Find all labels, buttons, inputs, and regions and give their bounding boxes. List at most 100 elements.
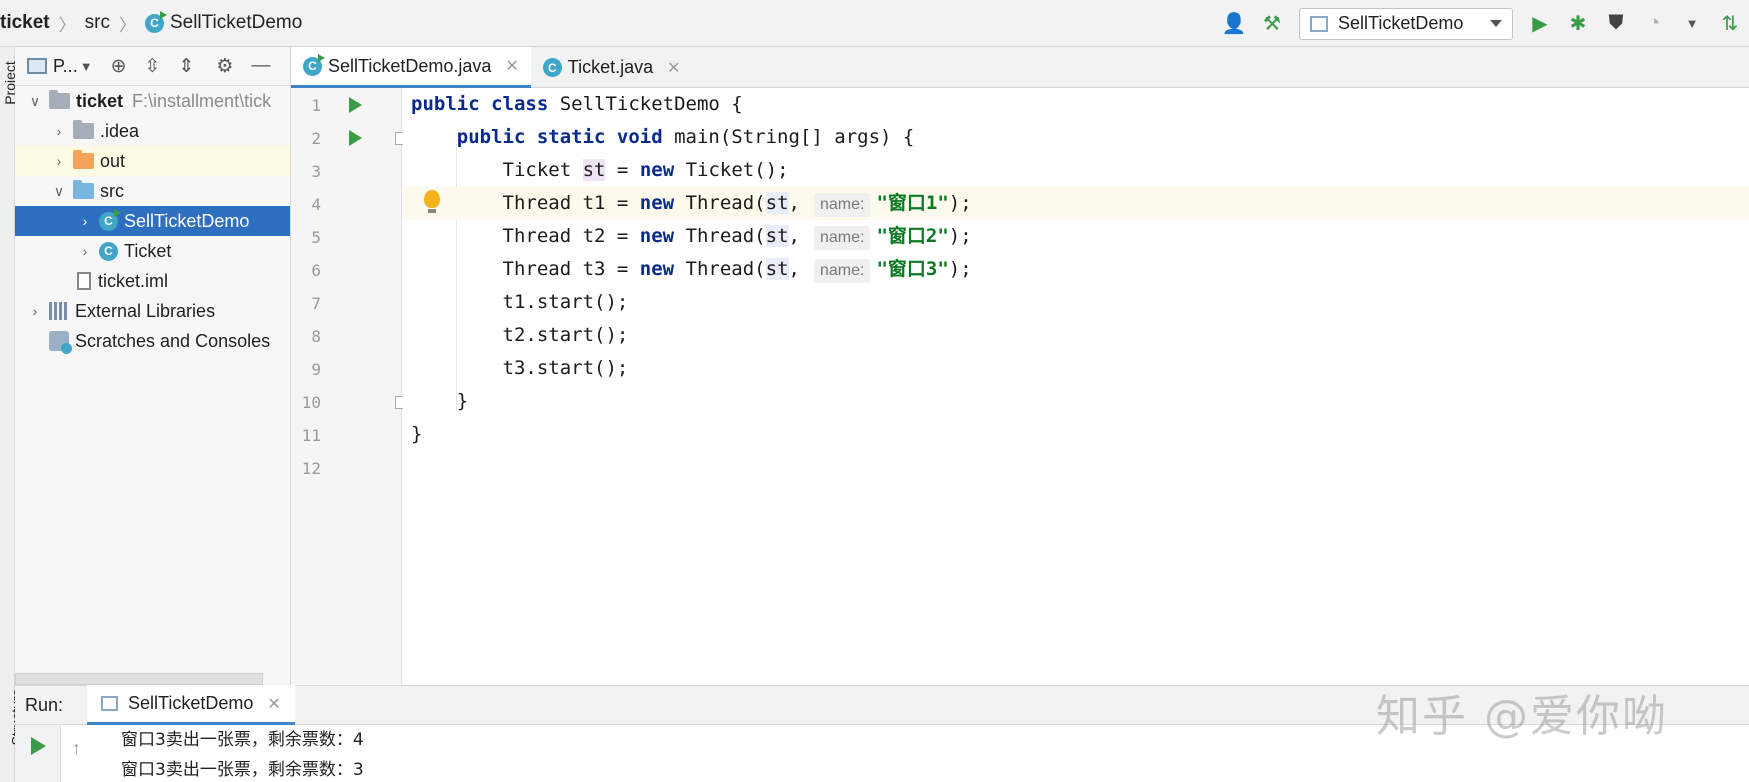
chevron-down-icon[interactable]: ∨ — [27, 93, 43, 110]
toolbar: 👤 ⚒ SellTicketDemo ▶ ✱ ⛊ ◔ ▼ ⇅ — [1215, 0, 1749, 47]
chevron-right-icon[interactable]: › — [77, 243, 93, 259]
parameter-hint: name: — [813, 193, 871, 217]
run-config-icon — [101, 696, 119, 711]
chevron-down-icon — [1490, 20, 1502, 27]
chevron-right-icon[interactable]: › — [51, 153, 67, 169]
line-number: 9 — [311, 360, 321, 379]
class-icon: C — [99, 208, 121, 231]
run-panel-label: Run: — [25, 694, 64, 715]
chevron-right-icon[interactable]: › — [27, 303, 43, 319]
console-output-line: 窗口3卖出一张票，剩余票数：4 — [121, 730, 364, 750]
run-config-icon — [1310, 15, 1328, 32]
run-gutter-icon[interactable] — [349, 97, 362, 113]
profile-icon[interactable]: ◔ — [1639, 9, 1669, 39]
play-icon[interactable]: ▶ — [1525, 9, 1555, 39]
breadcrumb-file[interactable]: SellTicketDemo — [170, 12, 302, 34]
rerun-icon[interactable] — [31, 737, 46, 755]
tree-item-idea[interactable]: › .idea — [15, 116, 290, 146]
gear-icon[interactable]: ⚙ — [216, 55, 233, 78]
tree-item-label: src — [100, 180, 124, 201]
close-icon[interactable]: ✕ — [667, 58, 680, 78]
line-number: 3 — [311, 162, 321, 181]
source-folder-icon — [73, 180, 94, 199]
code-line: t3.start(); — [411, 357, 629, 379]
tree-item-external-libraries[interactable]: › External Libraries — [15, 296, 290, 326]
minimize-icon[interactable]: — — [251, 55, 270, 77]
expand-all-icon[interactable]: ⇳ — [145, 55, 161, 78]
chevron-down-icon[interactable]: ▼ — [80, 59, 93, 74]
tree-item-label: Scratches and Consoles — [75, 330, 271, 351]
coverage-icon[interactable]: ⛊ — [1601, 9, 1631, 39]
module-folder-icon — [49, 90, 70, 109]
tree-item-ticket[interactable]: ∨ ticket F:\installment\tick — [15, 86, 290, 116]
breadcrumb-folder[interactable]: src — [85, 12, 110, 34]
tree-item-src[interactable]: ∨ src — [15, 176, 290, 206]
hammer-icon[interactable]: ⚒ — [1257, 9, 1287, 39]
parameter-hint: name: — [813, 259, 871, 283]
tree-item-ticket-iml[interactable]: ticket.iml — [15, 266, 290, 296]
locate-icon[interactable]: ⊕ — [111, 55, 127, 78]
code-line: } — [411, 390, 469, 412]
vcs-icon[interactable]: ⇅ — [1715, 9, 1745, 39]
code-line: Ticket st = new Ticket(); — [411, 159, 789, 181]
tree-item-label: External Libraries — [75, 300, 216, 321]
tree-item-label: ticket.iml — [98, 270, 169, 291]
code-line: t1.start(); — [411, 291, 629, 313]
close-icon[interactable]: ✕ — [505, 56, 518, 76]
editor-gutter: 1 2 3 4 5 6 7 8 9 10 11 12 — [291, 88, 408, 684]
parameter-hint: name: — [813, 226, 871, 250]
scroll-up-icon[interactable]: ↑ — [72, 738, 81, 759]
tab-label: Ticket.java — [567, 57, 654, 77]
breadcrumb-project[interactable]: ticket — [0, 12, 50, 34]
breadcrumb: ticket 〉 src 〉 C SellTicketDemo — [0, 0, 302, 47]
chevron-down-icon[interactable]: ∨ — [51, 183, 67, 200]
folder-icon — [73, 120, 94, 139]
tree-item-label: SellTicketDemo — [124, 210, 250, 231]
code-line: Thread t3 = new Thread(st, name: "窗口3"); — [403, 253, 1749, 286]
horizontal-scrollbar[interactable] — [15, 673, 263, 685]
run-configuration-select[interactable]: SellTicketDemo — [1299, 7, 1513, 40]
code-line: public static void main(String[] args) { — [456, 126, 915, 148]
tree-item-ticket-class[interactable]: › C Ticket — [15, 236, 290, 266]
run-tab-sellticketdemo[interactable]: SellTicketDemo ✕ — [87, 685, 295, 725]
tree-item-path: F:\installment\tick — [132, 90, 272, 111]
tree-item-label: .idea — [100, 120, 140, 141]
project-panel-toolbar: P... ▼ ⊕ ⇳ ⇕ ⚙ — — [15, 47, 290, 86]
user-icon[interactable]: 👤 — [1219, 9, 1249, 39]
watermark-text: 知乎 @爱你呦 — [1376, 691, 1668, 742]
tab-ticket-java[interactable]: C Ticket.java ✕ — [531, 47, 693, 88]
project-panel: P... ▼ ⊕ ⇳ ⇕ ⚙ — ∨ ticket F:\installment… — [15, 47, 291, 685]
breadcrumb-separator-icon: 〉 — [118, 15, 136, 35]
tree-item-label: ticket — [76, 90, 124, 111]
tab-label: SellTicketDemo.java — [328, 55, 492, 76]
run-panel-toolbar — [15, 725, 61, 782]
class-icon: C — [144, 10, 167, 33]
line-number: 10 — [301, 393, 321, 412]
lightbulb-icon[interactable] — [424, 190, 440, 213]
project-view-select[interactable]: P... — [53, 56, 78, 77]
chevron-right-icon[interactable]: › — [77, 213, 93, 229]
tree-item-label: Ticket — [124, 240, 172, 261]
chevron-right-icon[interactable]: › — [51, 123, 67, 139]
project-tree: ∨ ticket F:\installment\tick › .idea › o… — [15, 86, 290, 356]
folder-icon — [73, 150, 94, 169]
bug-icon[interactable]: ✱ — [1563, 9, 1593, 39]
collapse-all-icon[interactable]: ⇕ — [178, 55, 194, 78]
project-view-icon — [27, 58, 47, 74]
tab-sellticketdemo-java[interactable]: C SellTicketDemo.java ✕ — [291, 47, 531, 88]
run-gutter-icon[interactable] — [349, 130, 362, 146]
run-configuration-name: SellTicketDemo — [1338, 13, 1464, 33]
line-number: 12 — [301, 459, 321, 478]
line-number: 2 — [311, 129, 321, 148]
editor-tabs: C SellTicketDemo.java ✕ C Ticket.java ✕ — [291, 47, 1749, 88]
run-tab-label: SellTicketDemo — [128, 693, 254, 713]
tree-item-scratches[interactable]: Scratches and Consoles — [15, 326, 290, 356]
tree-item-sellticketdemo[interactable]: › C SellTicketDemo — [15, 206, 290, 236]
close-icon[interactable]: ✕ — [267, 694, 280, 714]
tool-window-stripe: Project Structure — [0, 47, 24, 782]
class-icon: C — [303, 53, 325, 76]
code-editor[interactable]: public class SellTicketDemo { public sta… — [403, 88, 1749, 684]
code-line: public class SellTicketDemo { — [411, 93, 743, 115]
chevron-down-icon[interactable]: ▼ — [1677, 9, 1707, 39]
tree-item-out[interactable]: › out — [15, 146, 290, 176]
